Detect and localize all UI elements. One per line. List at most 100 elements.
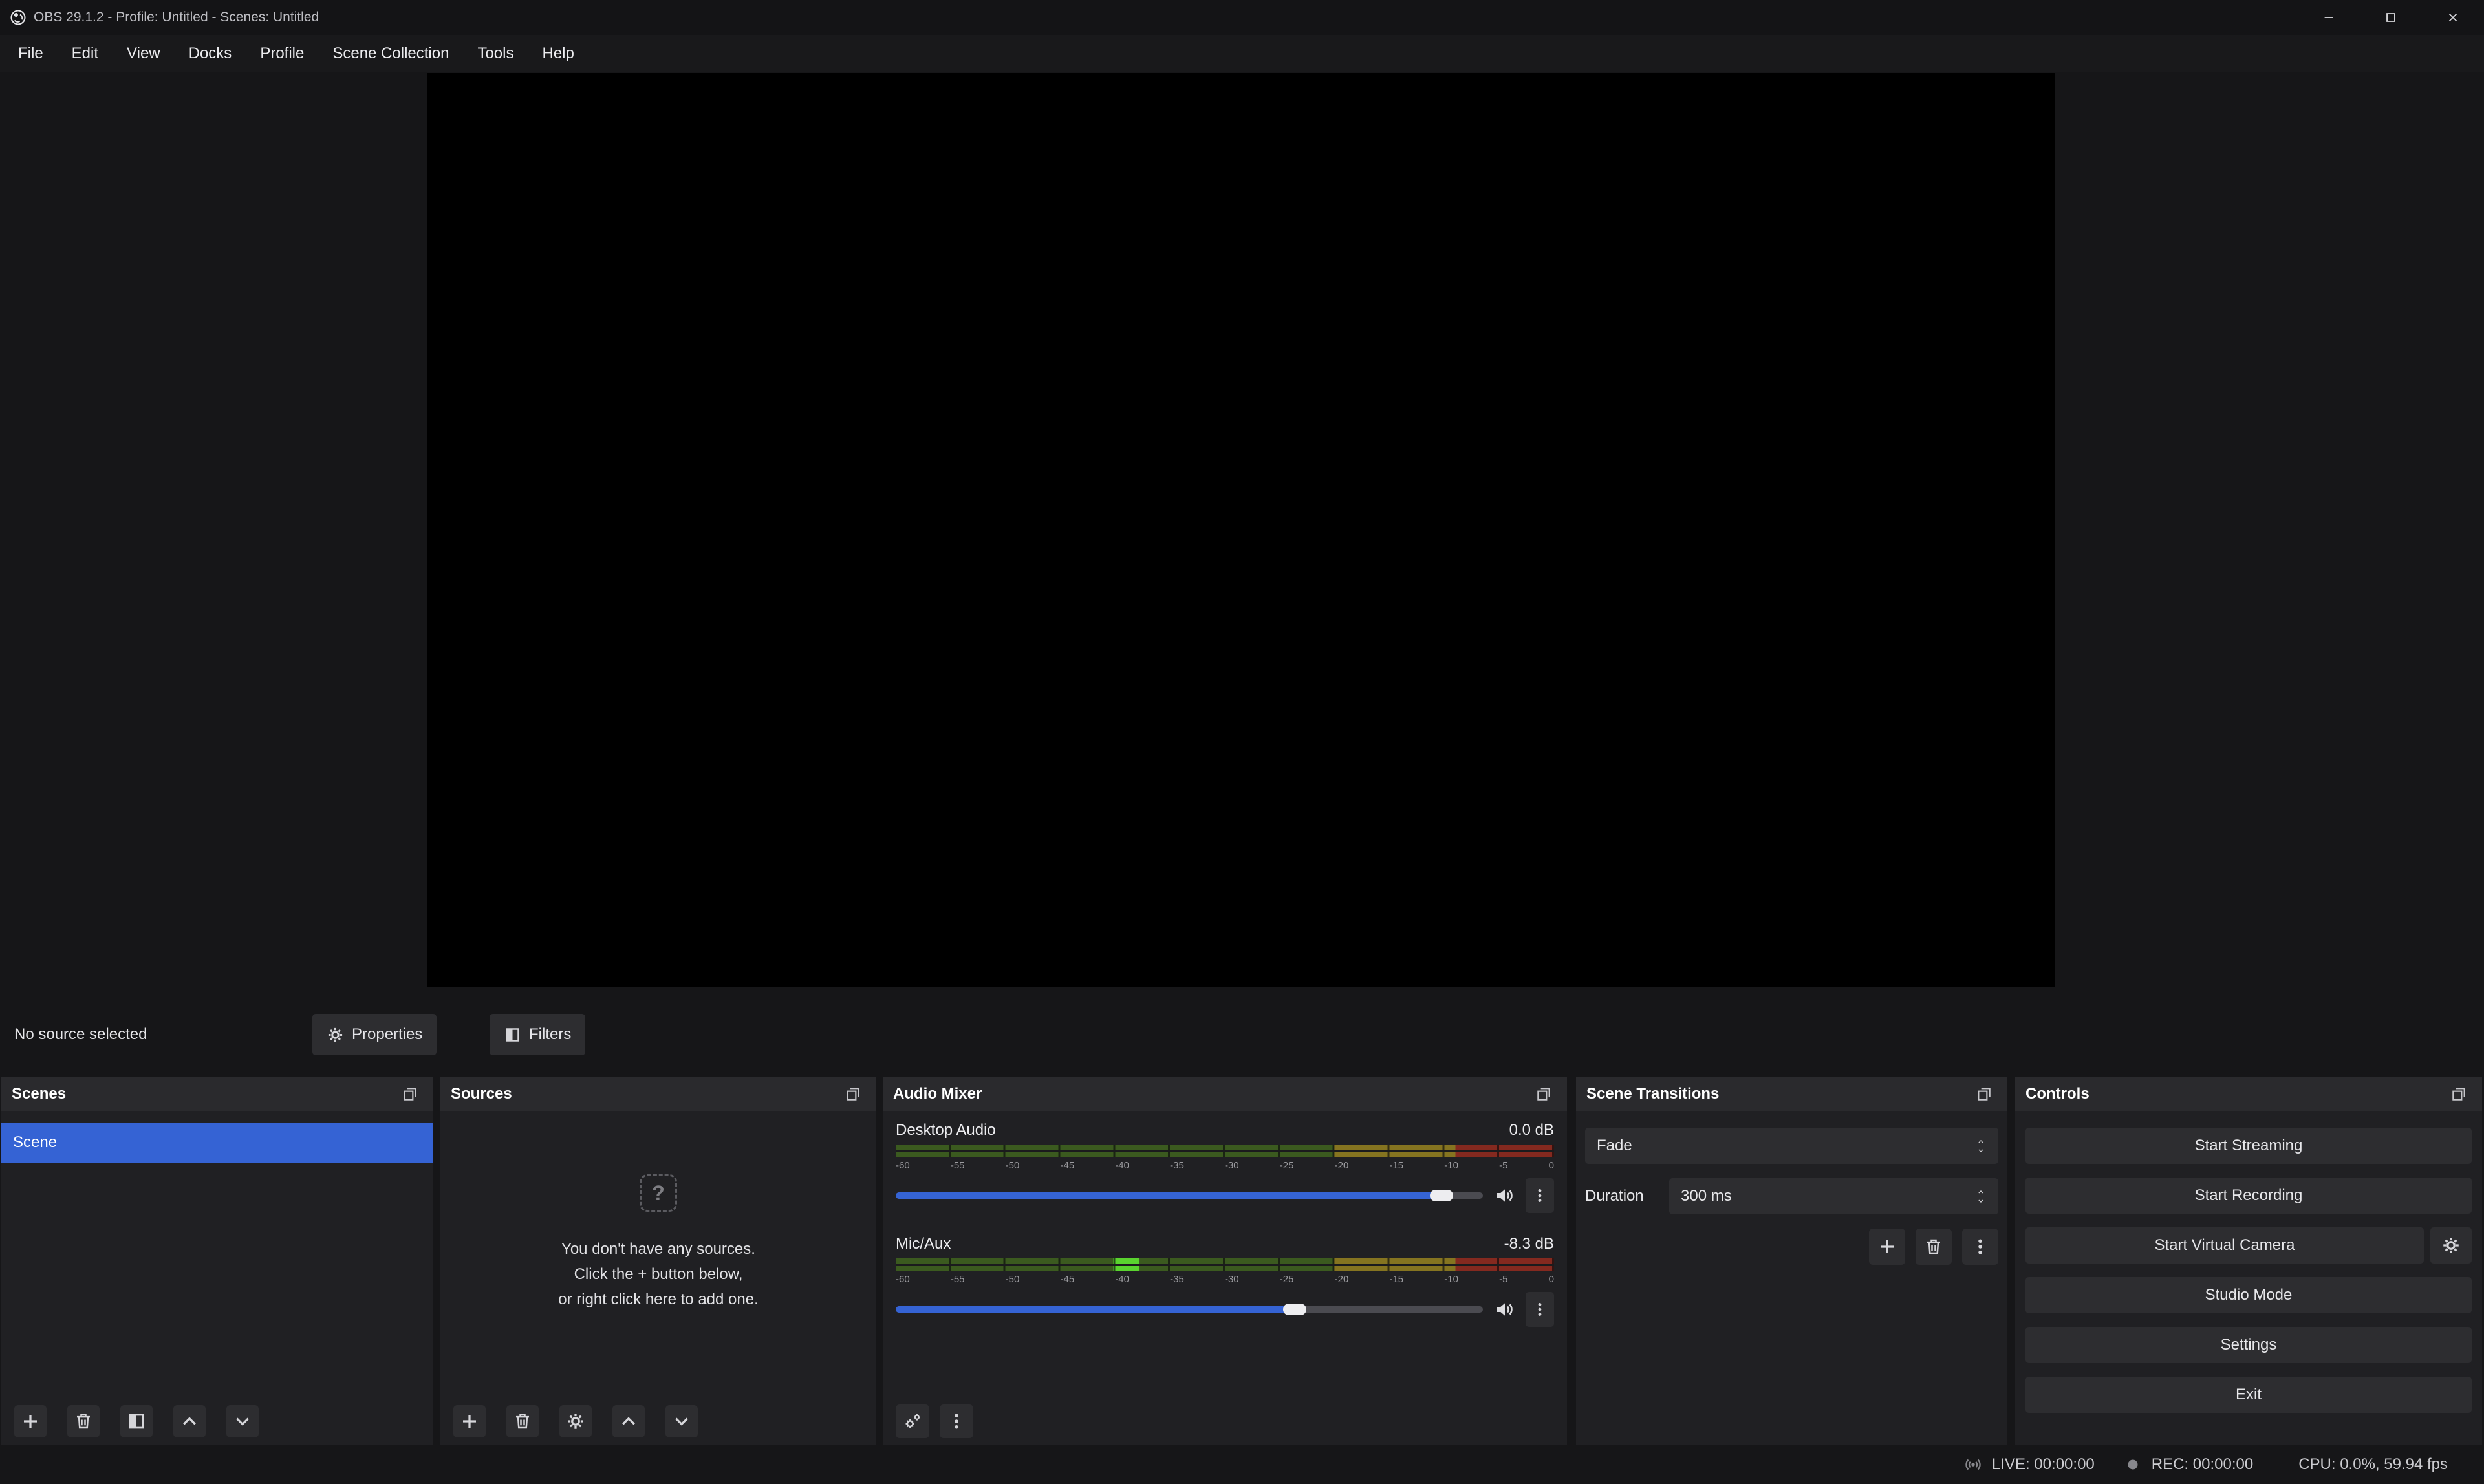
properties-button-label: Properties xyxy=(352,1026,422,1044)
gear-icon xyxy=(566,1412,585,1431)
audio-mixer-dock-header: Audio Mixer xyxy=(883,1077,1567,1111)
volume-slider[interactable] xyxy=(896,1192,1483,1199)
spin-up-icon[interactable] xyxy=(1975,1188,1987,1196)
controls-dock-header: Controls xyxy=(2015,1077,2482,1111)
gear-icon xyxy=(327,1026,344,1044)
start-recording-button[interactable]: Start Recording xyxy=(2025,1178,2472,1214)
spin-down-icon[interactable] xyxy=(1975,1198,1987,1205)
meter-scale-label: -40 xyxy=(1115,1159,1129,1172)
kebab-icon xyxy=(1971,1237,1990,1256)
transitions-popout-button[interactable] xyxy=(1971,1081,1997,1107)
scenes-popout-button[interactable] xyxy=(397,1081,423,1107)
menu-item-view[interactable]: View xyxy=(113,35,175,72)
volume-slider-handle[interactable] xyxy=(1430,1190,1453,1201)
studio-mode-button[interactable]: Studio Mode xyxy=(2025,1277,2472,1313)
sources-popout-button[interactable] xyxy=(840,1081,866,1107)
start-streaming-button[interactable]: Start Streaming xyxy=(2025,1128,2472,1164)
properties-button[interactable]: Properties xyxy=(312,1014,437,1055)
volume-slider-fill xyxy=(896,1192,1442,1199)
mixer-options-button[interactable] xyxy=(940,1404,973,1438)
duration-label: Duration xyxy=(1585,1187,1669,1205)
source-properties-button[interactable] xyxy=(559,1405,592,1437)
filters-button-label: Filters xyxy=(529,1026,571,1044)
move-source-down-button[interactable] xyxy=(665,1405,698,1437)
audio-mixer-popout-button[interactable] xyxy=(1531,1081,1557,1107)
mute-button[interactable] xyxy=(1492,1296,1518,1322)
start-virtual-camera-button[interactable]: Start Virtual Camera xyxy=(2025,1227,2424,1264)
sources-empty-text: You don't have any sources. Click the + … xyxy=(558,1236,759,1312)
scene-filters-button[interactable] xyxy=(120,1405,153,1437)
volume-slider[interactable] xyxy=(896,1306,1483,1313)
volume-slider-fill xyxy=(896,1306,1295,1313)
menu-item-tools[interactable]: Tools xyxy=(463,35,528,72)
transition-select[interactable]: Fade xyxy=(1585,1128,1998,1164)
source-list[interactable]: ? You don't have any sources. Click the … xyxy=(440,1111,876,1445)
maximize-icon xyxy=(2384,10,2398,25)
move-scene-down-button[interactable] xyxy=(226,1405,259,1437)
gears-icon xyxy=(903,1412,922,1431)
meter-scale-label: -25 xyxy=(1280,1159,1294,1172)
meter-scale-label: -10 xyxy=(1444,1273,1458,1286)
scene-list-item-selected[interactable]: Scene xyxy=(1,1123,433,1163)
sources-toolbar xyxy=(440,1398,876,1445)
close-icon xyxy=(2446,10,2460,25)
menu-item-profile[interactable]: Profile xyxy=(246,35,318,72)
add-transition-button[interactable] xyxy=(1869,1229,1905,1265)
meter-scale-label: -10 xyxy=(1444,1159,1458,1172)
maximize-button[interactable] xyxy=(2360,0,2422,35)
filters-button[interactable]: Filters xyxy=(490,1014,585,1055)
mixer-toolbar xyxy=(896,1404,973,1438)
audio-channel-mic: Mic/Aux -8.3 dB -60-55-50-45-40-35-30-25… xyxy=(896,1235,1554,1327)
plus-icon xyxy=(1877,1237,1897,1256)
cpu-stats-text: CPU: 0.0%, 59.94 fps xyxy=(2298,1456,2448,1474)
scenes-dock-title: Scenes xyxy=(12,1085,66,1103)
controls-popout-button[interactable] xyxy=(2446,1081,2472,1107)
meter-scale-label: 0 xyxy=(1549,1159,1554,1172)
sources-empty-line-1: You don't have any sources. xyxy=(558,1236,759,1262)
virtual-camera-settings-button[interactable] xyxy=(2430,1227,2472,1264)
duration-spinbox[interactable]: 300 ms xyxy=(1669,1178,1998,1214)
live-status: LIVE: 00:00:00 xyxy=(1963,1455,2095,1474)
meter-scale-label: -20 xyxy=(1335,1273,1349,1286)
minimize-button[interactable] xyxy=(2298,0,2360,35)
move-scene-up-button[interactable] xyxy=(173,1405,206,1437)
duration-value: 300 ms xyxy=(1681,1187,1732,1205)
minimize-icon xyxy=(2322,10,2336,25)
channel-options-button[interactable] xyxy=(1526,1178,1554,1213)
add-source-button[interactable] xyxy=(453,1405,486,1437)
volume-slider-handle[interactable] xyxy=(1283,1304,1306,1315)
menu-item-scene-collection[interactable]: Scene Collection xyxy=(318,35,463,72)
chevron-down-icon[interactable] xyxy=(1975,1147,1987,1154)
preview-canvas[interactable] xyxy=(427,73,2055,987)
audio-channel-desktop: Desktop Audio 0.0 dB -60-55-50-45-40-35-… xyxy=(896,1121,1554,1213)
remove-source-button[interactable] xyxy=(506,1405,539,1437)
plus-icon xyxy=(460,1412,479,1431)
add-scene-button[interactable] xyxy=(14,1405,47,1437)
menu-item-help[interactable]: Help xyxy=(528,35,588,72)
move-source-up-button[interactable] xyxy=(612,1405,645,1437)
chevron-up-icon[interactable] xyxy=(1975,1138,1987,1145)
select-arrows xyxy=(1975,1138,1987,1154)
meter-scale: -60-55-50-45-40-35-30-25-20-15-10-50 xyxy=(896,1159,1554,1172)
close-button[interactable] xyxy=(2422,0,2484,35)
scene-list[interactable]: Scene xyxy=(1,1111,433,1445)
transitions-body: Fade Duration 300 ms xyxy=(1576,1111,2007,1445)
mute-button[interactable] xyxy=(1492,1183,1518,1209)
settings-button[interactable]: Settings xyxy=(2025,1327,2472,1363)
menu-item-docks[interactable]: Docks xyxy=(175,35,246,72)
menu-item-edit[interactable]: Edit xyxy=(58,35,113,72)
status-bar: LIVE: 00:00:00 REC: 00:00:00 CPU: 0.0%, … xyxy=(0,1445,2484,1484)
exit-button[interactable]: Exit xyxy=(2025,1377,2472,1413)
remove-transition-button[interactable] xyxy=(1916,1229,1952,1265)
speaker-icon xyxy=(1495,1299,1515,1320)
remove-scene-button[interactable] xyxy=(67,1405,100,1437)
channel-options-button[interactable] xyxy=(1526,1292,1554,1327)
advanced-audio-button[interactable] xyxy=(896,1404,929,1438)
plus-icon xyxy=(21,1412,40,1431)
scenes-dock: Scenes Scene xyxy=(1,1077,433,1445)
transition-options-button[interactable] xyxy=(1962,1229,1998,1265)
meter-scale-label: -45 xyxy=(1060,1159,1074,1172)
menu-bar: FileEditViewDocksProfileScene Collection… xyxy=(0,35,2484,72)
menu-item-file[interactable]: File xyxy=(4,35,58,72)
rec-status: REC: 00:00:00 xyxy=(2123,1455,2253,1474)
